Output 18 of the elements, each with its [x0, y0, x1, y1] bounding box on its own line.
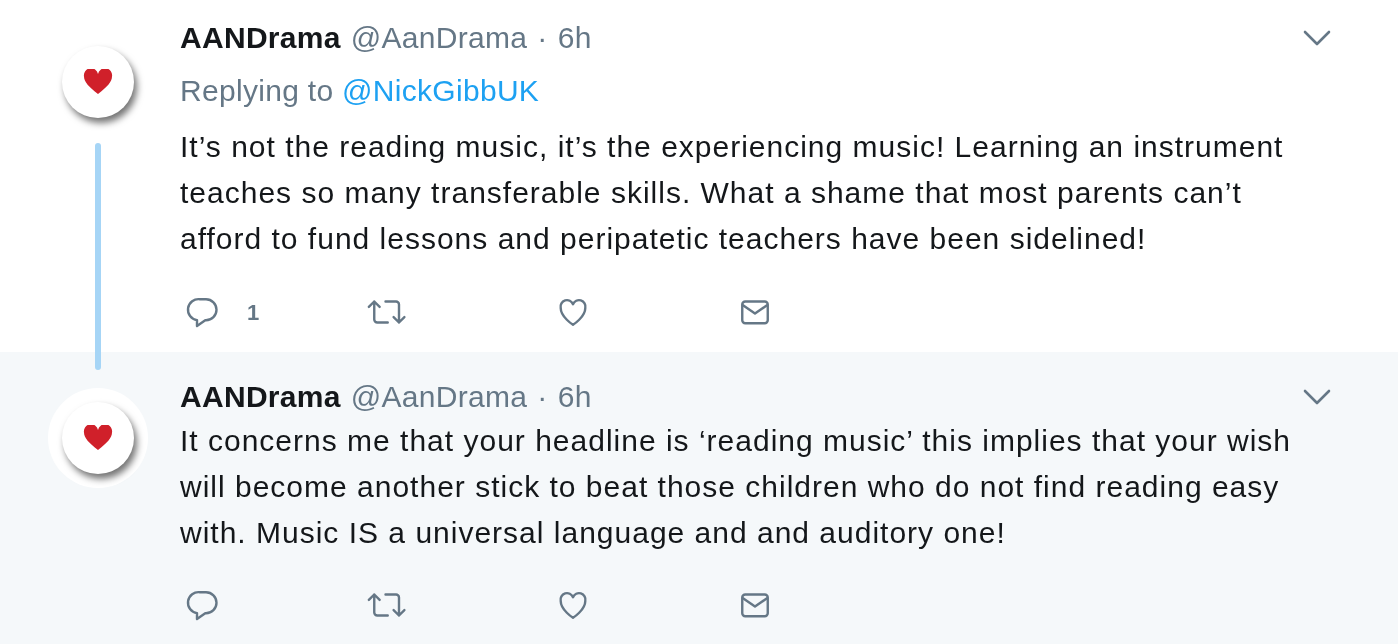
author-handle[interactable]: @AanDrama: [350, 382, 528, 412]
heart-icon: [83, 69, 113, 95]
chevron-down-icon: [1303, 30, 1331, 46]
mention-link[interactable]: @NickGibbUK: [342, 74, 540, 107]
reply-button[interactable]: 1: [185, 294, 260, 330]
chevron-down-icon: [1303, 389, 1331, 405]
tweet-text: It concerns me that your headline is ‘reading music’ this implies that your wish will become another stick to beat those children who do not find reading easy with. Music IS a universal language and and auditory one!: [180, 423, 1292, 551]
tweet-card[interactable]: [0, 352, 1398, 644]
author-name[interactable]: AANDrama: [180, 23, 341, 53]
author-handle[interactable]: @AanDrama: [350, 23, 528, 53]
tweet-text: It’s not the reading music, it’s the experiencing music! Learning an instrument teaches so many transferable skills. What a shame that most parents can’t afford to fund lessons and peripatetic teachers have been sidelined!: [180, 129, 1285, 257]
timestamp[interactable]: 6h: [557, 23, 592, 53]
timestamp[interactable]: 6h: [557, 382, 592, 412]
replying-to-text: Replying to @NickGibbUK: [180, 76, 540, 106]
author-name[interactable]: AANDrama: [180, 382, 341, 412]
dot-separator: ·: [537, 382, 548, 412]
heart-icon: [83, 425, 113, 451]
dot-separator: ·: [537, 23, 548, 53]
